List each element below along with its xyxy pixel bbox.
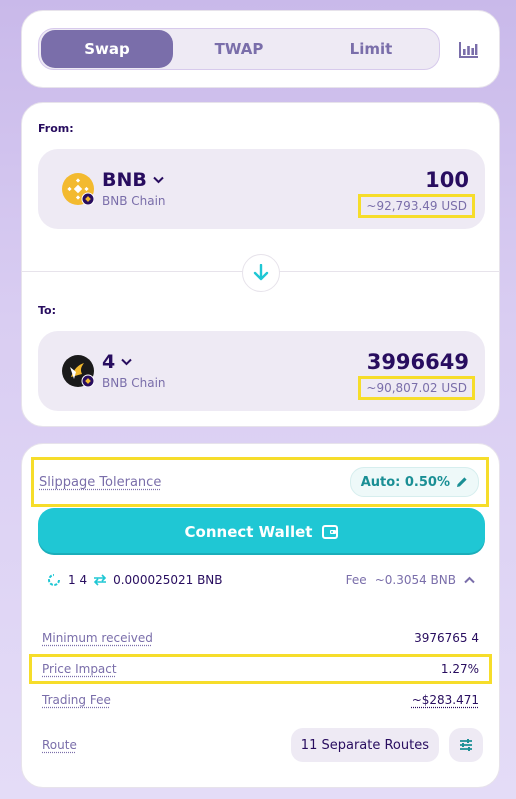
wallet-icon xyxy=(322,524,339,539)
from-label: From: xyxy=(38,122,74,135)
trading-fee-row: Trading Fee ~$283.471 xyxy=(42,688,479,712)
bnb-logo-icon xyxy=(62,173,94,205)
price-impact-row: Price Impact 1.27% xyxy=(29,654,492,684)
chevron-down-icon xyxy=(153,176,164,184)
to-amount-output: 3996649 xyxy=(366,350,469,374)
trading-fee-label: Trading Fee xyxy=(42,693,111,707)
to-token-selector[interactable]: 4 xyxy=(102,351,132,373)
price-impact-label: Price Impact xyxy=(42,662,117,676)
trade-mode-card: Swap TWAP Limit xyxy=(21,10,500,88)
fee-label: Fee xyxy=(345,573,367,587)
tab-twap[interactable]: TWAP xyxy=(173,30,305,68)
tab-swap[interactable]: Swap xyxy=(41,30,173,68)
from-token-chain: BNB Chain xyxy=(102,194,166,208)
token-4-logo-icon xyxy=(62,355,94,387)
price-impact-value: 1.27% xyxy=(440,662,479,676)
tab-limit[interactable]: Limit xyxy=(305,30,437,68)
swap-card: From: BNB BNB Chain 100 ~92,793.49 USD T… xyxy=(21,102,500,427)
pencil-icon xyxy=(457,477,467,487)
to-token-panel: 4 BNB Chain 3996649 ~90,807.02 USD xyxy=(38,331,485,411)
from-token-panel: BNB BNB Chain 100 ~92,793.49 USD xyxy=(38,149,485,229)
fee-value: ~0.3054 BNB xyxy=(374,573,456,587)
trading-fee-value: ~$283.471 xyxy=(411,693,479,707)
slippage-value: Auto: 0.50% xyxy=(360,474,450,490)
routes-button[interactable]: 11 Separate Routes xyxy=(290,728,439,762)
trade-mode-tabs: Swap TWAP Limit xyxy=(38,28,440,70)
slippage-settings-button[interactable]: Auto: 0.50% xyxy=(349,467,479,497)
rate-base: 1 4 xyxy=(68,573,88,587)
from-amount-input[interactable]: 100 xyxy=(425,168,469,192)
minimum-received-label: Minimum received xyxy=(42,631,153,645)
minimum-received-value: 3976765 4 xyxy=(414,631,479,645)
exchange-rate-row: 1 4 0.000025021 BNB Fee ~0.3054 BNB xyxy=(46,569,475,591)
connect-wallet-button[interactable]: Connect Wallet xyxy=(38,508,485,555)
to-token-chain: BNB Chain xyxy=(102,376,166,390)
to-label: To: xyxy=(38,304,56,317)
from-token-selector[interactable]: BNB xyxy=(102,169,164,191)
chevron-down-icon xyxy=(121,358,132,366)
slippage-row: Slippage Tolerance Auto: 0.50% xyxy=(31,457,489,507)
swap-arrows-icon[interactable] xyxy=(93,574,107,586)
rate-quote: 0.000025021 BNB xyxy=(113,573,223,587)
switch-tokens-button[interactable] xyxy=(242,254,280,292)
route-label: Route xyxy=(42,738,77,752)
to-token-symbol: 4 xyxy=(102,351,116,373)
arrow-down-icon xyxy=(253,264,269,281)
slippage-label: Slippage Tolerance xyxy=(39,474,162,490)
route-settings-button[interactable] xyxy=(449,728,483,762)
from-token-symbol: BNB xyxy=(102,169,147,191)
swap-details-card: Slippage Tolerance Auto: 0.50% Connect W… xyxy=(21,443,500,788)
connect-wallet-label: Connect Wallet xyxy=(184,522,313,541)
chart-icon[interactable] xyxy=(458,40,480,60)
fee-toggle[interactable]: Fee ~0.3054 BNB xyxy=(346,573,475,587)
to-usd-value: ~90,807.02 USD xyxy=(358,376,475,400)
route-row: Route 11 Separate Routes xyxy=(42,726,483,764)
sliders-icon xyxy=(460,739,472,751)
chevron-up-icon xyxy=(464,576,475,584)
from-usd-value: ~92,793.49 USD xyxy=(358,194,475,218)
minimum-received-row: Minimum received 3976765 4 xyxy=(42,626,479,650)
refresh-icon[interactable] xyxy=(46,572,62,588)
